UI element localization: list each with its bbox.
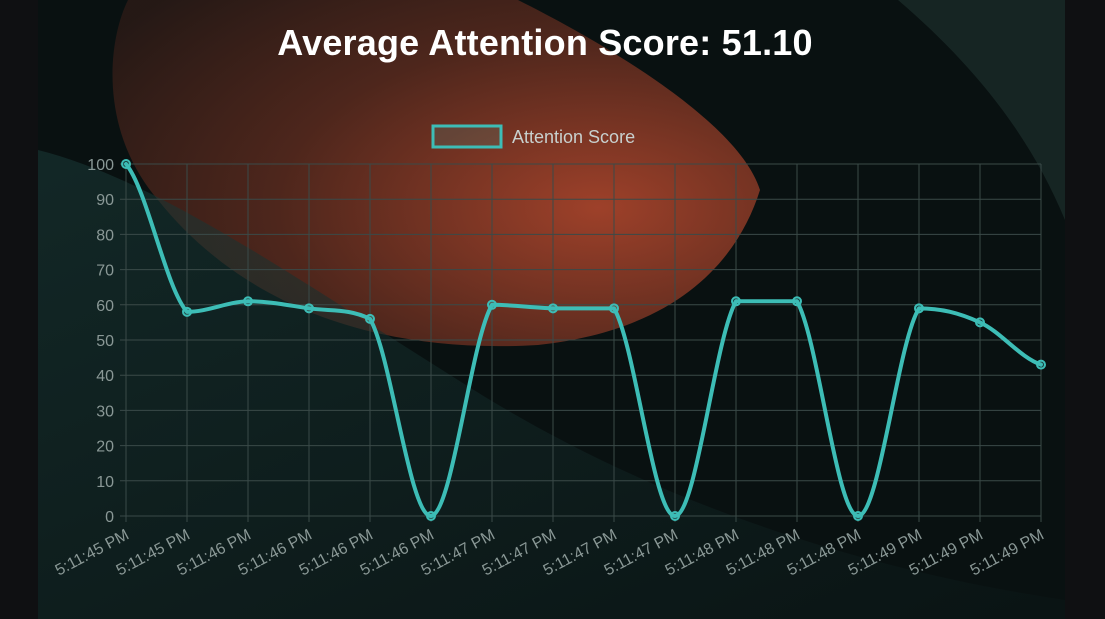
y-tick-label: 10: [96, 474, 114, 491]
data-point: [609, 303, 619, 314]
data-point: [792, 296, 802, 307]
y-tick-label: 50: [96, 333, 114, 350]
data-point: [182, 306, 192, 317]
y-tick-label: 20: [96, 439, 114, 456]
data-point: [243, 296, 253, 307]
y-tick-label: 70: [96, 263, 114, 280]
data-point: [121, 159, 131, 169]
data-point: [670, 511, 680, 521]
data-point: [731, 296, 741, 307]
y-tick-label: 40: [96, 368, 114, 385]
y-tick-label: 60: [96, 298, 114, 315]
y-tick-label: 0: [105, 509, 114, 526]
data-point: [1036, 359, 1046, 370]
y-tick-label: 80: [96, 227, 114, 244]
legend-swatch: [431, 124, 503, 149]
y-tick-label: 100: [87, 157, 114, 174]
y-tick-label: 90: [96, 192, 114, 209]
data-point: [548, 303, 558, 314]
plot-area: 01020304050607080901005:11:45 PM5:11:45 …: [53, 124, 1047, 579]
y-tick-label: 30: [96, 403, 114, 420]
legend-label: Attention Score: [512, 127, 635, 147]
data-point: [426, 511, 436, 521]
data-point: [914, 303, 924, 314]
data-point: [304, 303, 314, 314]
data-point: [975, 317, 985, 328]
chart-panel: Average Attention Score: 51.10 0 10 20 30 40…: [38, 0, 1065, 619]
data-point: [487, 299, 497, 310]
data-point: [853, 511, 863, 521]
data-point: [365, 313, 375, 324]
